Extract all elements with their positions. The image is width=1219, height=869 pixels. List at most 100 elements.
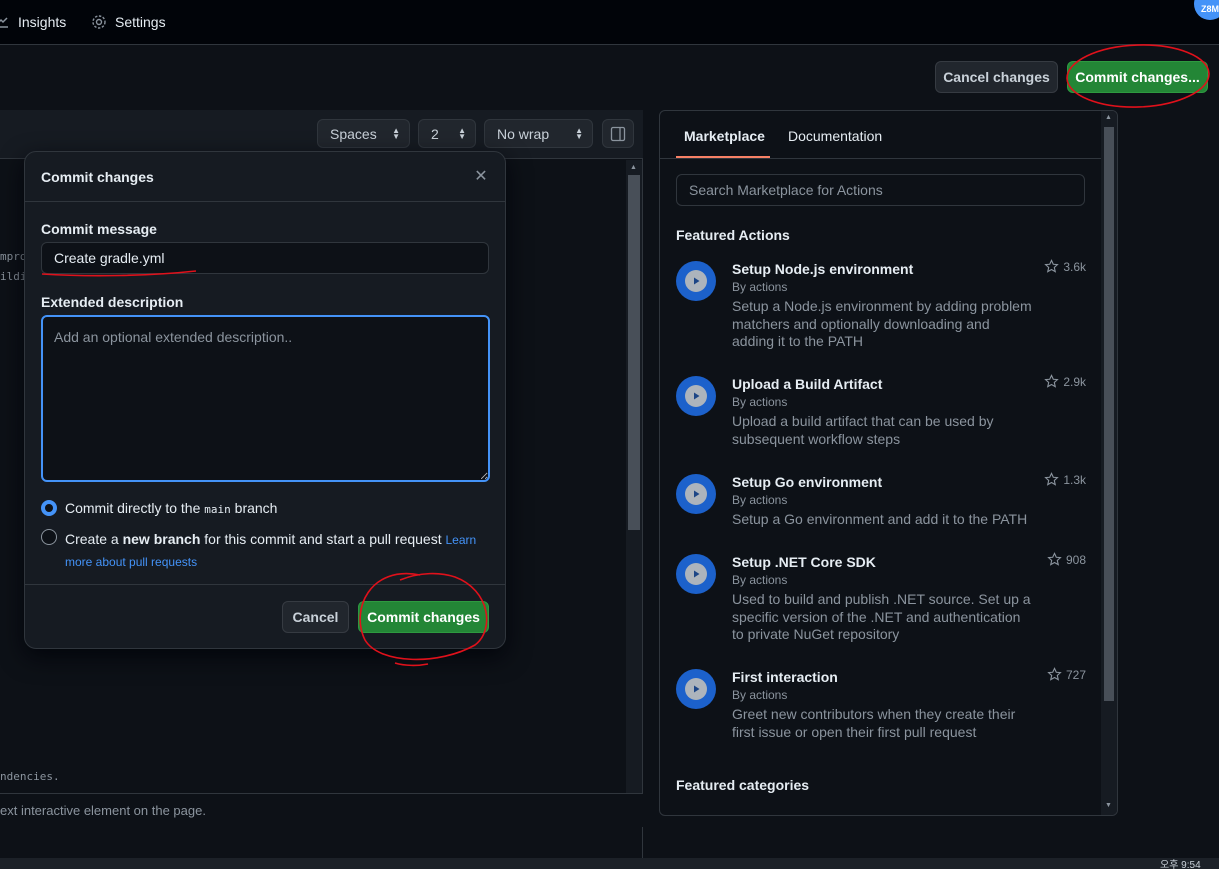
marketplace-scrollbar[interactable]: ▲ ▼: [1101, 111, 1117, 815]
play-icon: [676, 554, 716, 594]
nav-insights-label: Insights: [18, 14, 67, 30]
scroll-up-icon[interactable]: ▲: [630, 164, 637, 171]
wrap-mode-select[interactable]: No wrap ▲ ▼: [484, 119, 593, 148]
commit-message-input[interactable]: [41, 242, 489, 274]
graph-icon: [0, 17, 8, 28]
action-stars: 908: [1047, 552, 1086, 567]
action-author: By actions: [732, 573, 788, 587]
editor-scrollbar[interactable]: ▲: [626, 160, 642, 793]
star-icon: [1044, 374, 1060, 388]
dialog-cancel-button[interactable]: Cancel: [282, 601, 349, 633]
commit-direct-radio[interactable]: [41, 500, 57, 516]
action-author: By actions: [732, 280, 788, 294]
commit-changes-header-button[interactable]: Commit changes...: [1067, 61, 1208, 93]
avatar-text: Z8M: [1201, 4, 1219, 14]
indent-mode-value: Spaces: [330, 125, 377, 142]
status-text: ext interactive element on the page.: [0, 803, 206, 818]
wrap-mode-value: No wrap: [497, 125, 550, 142]
branch-name: main: [204, 503, 231, 516]
indent-size-select[interactable]: 2 ▲ ▼: [418, 119, 476, 148]
commit-message-label: Commit message: [41, 221, 157, 237]
commit-direct-option-text[interactable]: Commit directly to the main branch: [65, 500, 277, 516]
indent-mode-select[interactable]: Spaces ▲ ▼: [317, 119, 410, 148]
sidebar-panel-icon: [610, 126, 626, 141]
star-icon: [1044, 259, 1060, 273]
commit-direct-suffix: branch: [230, 500, 278, 516]
new-branch-suffix: for this commit and start a pull request: [200, 531, 446, 547]
star-count: 1.3k: [1063, 472, 1086, 487]
tab-documentation[interactable]: Documentation: [788, 128, 882, 144]
gear-icon: [92, 15, 106, 29]
editor-status-bar: ext interactive element on the page.: [0, 793, 643, 827]
toggle-sidebar-button[interactable]: [602, 119, 634, 148]
select-caret-icon: ▲ ▼: [575, 126, 583, 141]
star-icon: [1047, 667, 1062, 681]
action-name[interactable]: Setup Node.js environment: [732, 261, 913, 277]
learn-more-link-cont[interactable]: more about pull requests: [65, 555, 197, 569]
star-icon: [1047, 552, 1062, 566]
scroll-up-icon[interactable]: ▲: [1105, 114, 1112, 121]
action-stars: 1.3k: [1044, 472, 1086, 487]
user-avatar[interactable]: Z8M: [1194, 0, 1219, 20]
select-caret-icon: ▲ ▼: [392, 126, 400, 141]
editor-scroll-thumb[interactable]: [628, 175, 640, 530]
action-author: By actions: [732, 493, 788, 507]
scroll-down-icon[interactable]: ▼: [1105, 802, 1112, 809]
marketplace-scroll-thumb[interactable]: [1104, 127, 1114, 701]
commit-changes-header-label: Commit changes...: [1075, 69, 1200, 85]
dialog-header: Commit changes ✕: [25, 152, 505, 202]
dialog-commit-button[interactable]: Commit changes: [358, 601, 489, 633]
action-author: By actions: [732, 395, 788, 409]
star-icon: [1044, 472, 1060, 486]
star-count: 3.6k: [1063, 259, 1086, 274]
new-branch-bold: new branch: [122, 531, 201, 547]
new-branch-prefix: Create a: [65, 531, 123, 547]
action-stars: 727: [1047, 667, 1086, 682]
nav-insights[interactable]: Insights: [0, 12, 66, 32]
nav-settings-label: Settings: [115, 14, 166, 30]
code-fragment: ndencies.: [0, 770, 60, 783]
tab-marketplace[interactable]: Marketplace: [684, 128, 765, 144]
new-branch-radio[interactable]: [41, 529, 57, 545]
extended-description-label: Extended description: [41, 294, 184, 310]
code-fragment: mpro: [0, 250, 27, 263]
indent-size-value: 2: [431, 125, 439, 142]
marketplace-panel: Marketplace Documentation Featured Actio…: [659, 110, 1118, 816]
action-author: By actions: [732, 688, 788, 702]
action-description: Used to build and publish .NET source. S…: [732, 591, 1031, 642]
dialog-title: Commit changes: [41, 169, 154, 185]
star-count: 908: [1065, 552, 1086, 567]
cancel-changes-label: Cancel changes: [943, 69, 1050, 85]
learn-more-link[interactable]: Learn: [446, 533, 477, 547]
action-name[interactable]: Setup Go environment: [732, 474, 882, 490]
marketplace-search-input[interactable]: [676, 174, 1085, 206]
new-branch-option-text[interactable]: Create a new branch for this commit and …: [65, 529, 485, 573]
taskbar-clock: 오후 9:54: [1160, 860, 1201, 869]
action-description: Upload a build artifact that can be used…: [732, 413, 994, 447]
action-description: Setup a Go environment and add it to the…: [732, 511, 1028, 527]
play-icon: [676, 474, 716, 514]
play-icon: [676, 261, 716, 301]
featured-actions-heading: Featured Actions: [676, 227, 790, 243]
action-name[interactable]: Setup .NET Core SDK: [732, 554, 876, 570]
featured-categories-heading: Featured categories: [676, 777, 810, 793]
commit-changes-dialog: Commit changes ✕ Commit message Extended…: [24, 151, 506, 649]
play-icon: [676, 669, 716, 709]
action-description: Greet new contributors when they create …: [732, 706, 1016, 740]
github-workflow-editor-page: Insights Settings Z8M Cancel changes Com…: [0, 0, 1219, 869]
action-stars: 2.9k: [1044, 374, 1086, 389]
commit-direct-prefix: Commit directly to the: [65, 500, 205, 516]
cancel-changes-button[interactable]: Cancel changes: [935, 61, 1058, 93]
action-name[interactable]: First interaction: [732, 669, 838, 685]
repo-nav-bar: Insights Settings Z8M: [0, 0, 1219, 45]
action-stars: 3.6k: [1044, 259, 1086, 274]
dialog-commit-label: Commit changes: [367, 609, 480, 625]
extended-description-textarea[interactable]: [41, 315, 490, 482]
close-icon[interactable]: ✕: [471, 166, 491, 186]
action-name[interactable]: Upload a Build Artifact: [732, 376, 882, 392]
nav-settings[interactable]: Settings: [91, 12, 166, 32]
star-count: 2.9k: [1063, 374, 1086, 389]
dialog-cancel-label: Cancel: [292, 609, 339, 625]
taskbar: 오후 9:54: [0, 858, 1219, 869]
tab-divider: [660, 158, 1101, 159]
